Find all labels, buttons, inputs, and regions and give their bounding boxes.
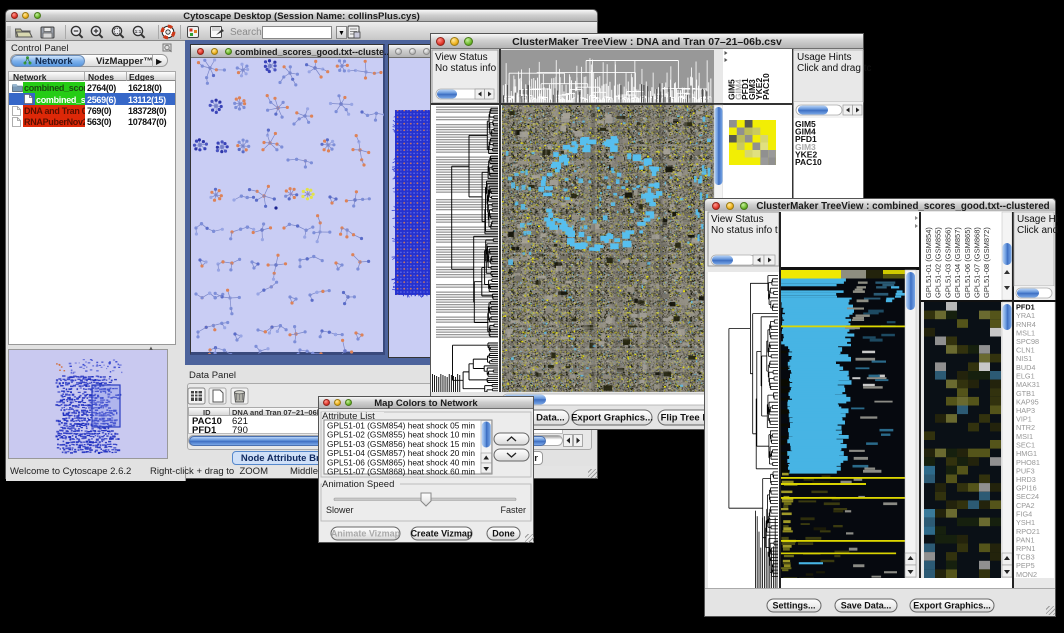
- svg-text:GPL51-07 (GSM868) heat shock 6: GPL51-07 (GSM868) heat shock 60 min: [327, 467, 475, 477]
- svg-text:Faster: Faster: [500, 505, 526, 515]
- svg-text:Animate Vizmap: Animate Vizmap: [331, 529, 401, 539]
- svg-text:Done: Done: [492, 529, 515, 539]
- svg-text:Create Vizmap: Create Vizmap: [411, 529, 473, 539]
- svg-text:Slower: Slower: [326, 505, 354, 515]
- svg-text:Animation Speed: Animation Speed: [322, 479, 394, 490]
